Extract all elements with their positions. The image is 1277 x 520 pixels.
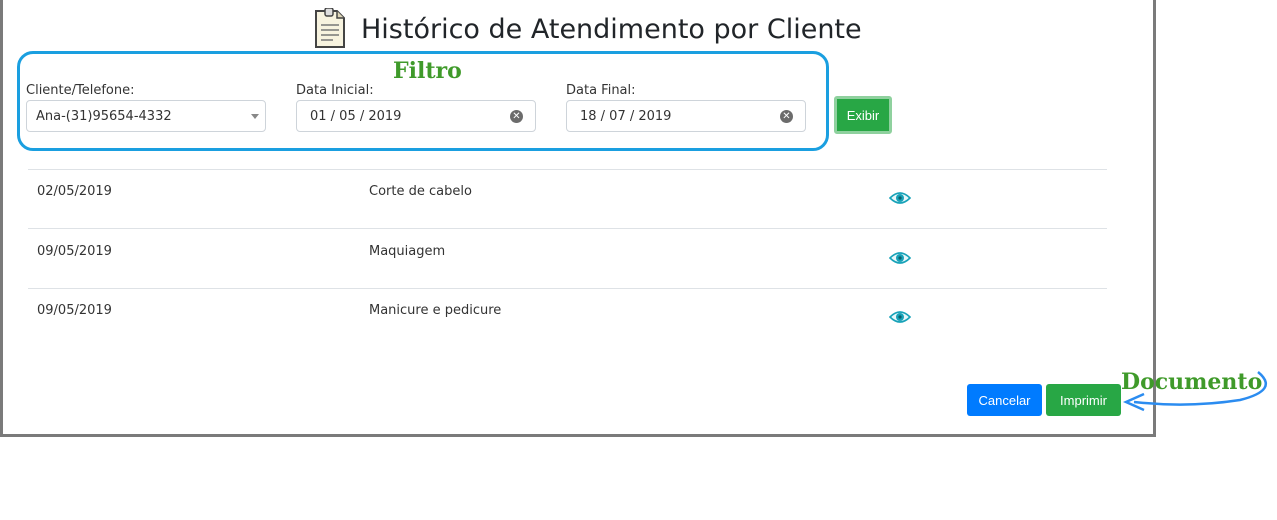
row-date: 09/05/2019 — [37, 303, 112, 318]
dropdown-caret-icon — [251, 114, 259, 119]
end-date-value: 18 / 07 / 2019 — [580, 108, 672, 124]
page-title: Histórico de Atendimento por Cliente — [361, 13, 862, 45]
row-service: Manicure e pedicure — [369, 303, 502, 318]
clear-icon[interactable]: ✕ — [780, 110, 793, 123]
row-service: Corte de cabelo — [369, 184, 472, 199]
view-eye-icon[interactable] — [889, 250, 911, 266]
view-eye-icon[interactable] — [889, 190, 911, 206]
start-date-label: Data Inicial: — [296, 83, 374, 98]
page-header: Histórico de Atendimento por Cliente — [313, 8, 862, 50]
cancel-button[interactable]: Cancelar — [967, 384, 1042, 416]
clear-icon[interactable]: ✕ — [510, 110, 523, 123]
document-icon — [315, 8, 345, 48]
end-date-label: Data Final: — [566, 83, 636, 98]
client-select[interactable]: Ana-(31)95654-4332 — [26, 100, 266, 132]
row-date: 09/05/2019 — [37, 244, 112, 259]
row-divider — [28, 169, 1107, 170]
end-date-input[interactable]: 18 / 07 / 2019 ✕ — [566, 100, 806, 132]
print-button[interactable]: Imprimir — [1046, 384, 1121, 416]
client-label: Cliente/Telefone: — [26, 83, 135, 98]
filter-annotation: Filtro — [393, 58, 462, 84]
row-divider — [28, 228, 1107, 229]
start-date-value: 01 / 05 / 2019 — [310, 108, 402, 124]
start-date-input[interactable]: 01 / 05 / 2019 ✕ — [296, 100, 536, 132]
row-service: Maquiagem — [369, 244, 446, 259]
show-button[interactable]: Exibir — [834, 96, 892, 134]
view-eye-icon[interactable] — [889, 309, 911, 325]
annotation-arrow-icon — [1122, 371, 1268, 412]
row-date: 02/05/2019 — [37, 184, 112, 199]
client-select-value: Ana-(31)95654-4332 — [36, 108, 172, 124]
row-divider — [28, 288, 1107, 289]
